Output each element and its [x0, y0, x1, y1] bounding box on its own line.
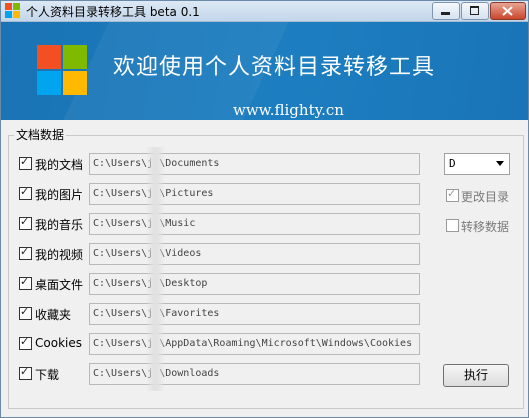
- checkmark-icon: ✓: [20, 245, 30, 258]
- app-window: 个人资料目录转移工具 beta 0.1 欢迎使用个人资料目录转移工具 www.f…: [0, 0, 529, 418]
- path-field[interactable]: C:\Users\j \Downloads: [89, 363, 420, 385]
- checkmark-icon: ✓: [20, 155, 30, 168]
- path-field[interactable]: C:\Users\j \Desktop: [89, 273, 420, 295]
- checkbox-downloads[interactable]: ✓: [19, 365, 32, 380]
- checkbox-documents[interactable]: ✓: [19, 155, 32, 170]
- banner-title: 欢迎使用个人资料目录转移工具: [113, 55, 436, 80]
- row-label: 我的文档: [35, 158, 84, 172]
- checkbox-pictures[interactable]: ✓: [19, 185, 32, 200]
- checkmark-icon: ✓: [20, 335, 30, 348]
- banner-url: www.flighty.cn: [233, 101, 344, 119]
- path-field[interactable]: C:\Users\j \Pictures: [89, 183, 420, 205]
- row-label: 我的图片: [35, 188, 84, 202]
- chevron-down-icon: [496, 161, 504, 166]
- checkmark-icon: ✓: [20, 275, 30, 288]
- checkbox-move-data[interactable]: [446, 219, 459, 232]
- option-label: 转移数据: [461, 220, 510, 234]
- redaction-blur: [146, 147, 165, 391]
- path-field[interactable]: C:\Users\j \Favorites: [89, 303, 420, 325]
- checkmark-icon: ✓: [447, 187, 457, 200]
- checkbox-cookies[interactable]: ✓: [19, 335, 32, 350]
- close-button[interactable]: [490, 2, 526, 20]
- checkmark-icon: ✓: [20, 305, 30, 318]
- checkbox-change-dir[interactable]: ✓: [446, 187, 459, 202]
- path-field[interactable]: C:\Users\j \Documents: [89, 153, 420, 175]
- title-bar[interactable]: 个人资料目录转移工具 beta 0.1: [1, 1, 528, 22]
- windows-logo-icon: [37, 45, 87, 95]
- checkmark-icon: ✓: [20, 215, 30, 228]
- minimize-button[interactable]: [432, 2, 460, 20]
- execute-button[interactable]: 执行: [443, 364, 509, 387]
- drive-value: D: [449, 157, 456, 170]
- app-logo-icon: [5, 3, 21, 19]
- maximize-button[interactable]: [461, 2, 489, 20]
- checkbox-videos[interactable]: ✓: [19, 245, 32, 260]
- group-legend: 文档数据: [14, 126, 67, 143]
- path-field[interactable]: C:\Users\j \Videos: [89, 243, 420, 265]
- path-field[interactable]: C:\Users\j \Music: [89, 213, 420, 235]
- row-label: Cookies: [35, 336, 82, 350]
- checkmark-icon: ✓: [20, 185, 30, 198]
- row-label: 我的视频: [35, 248, 84, 262]
- checkmark-icon: ✓: [20, 365, 30, 378]
- row-label: 收藏夹: [35, 308, 72, 322]
- window-title: 个人资料目录转移工具 beta 0.1: [26, 5, 200, 19]
- maximize-icon: [470, 6, 479, 15]
- checkbox-desktop[interactable]: ✓: [19, 275, 32, 290]
- drive-select[interactable]: D: [444, 153, 510, 175]
- checkbox-favorites[interactable]: ✓: [19, 305, 32, 320]
- close-icon: [502, 6, 513, 16]
- option-label: 更改目录: [461, 190, 510, 204]
- minimize-icon: [441, 12, 450, 15]
- path-field[interactable]: C:\Users\j \AppData\Roaming\Microsoft\Wi…: [89, 333, 420, 355]
- row-label: 下载: [35, 368, 60, 382]
- row-label: 桌面文件: [35, 278, 84, 292]
- checkbox-music[interactable]: ✓: [19, 215, 32, 230]
- row-label: 我的音乐: [35, 218, 84, 232]
- banner: 欢迎使用个人资料目录转移工具 www.flighty.cn: [1, 22, 528, 120]
